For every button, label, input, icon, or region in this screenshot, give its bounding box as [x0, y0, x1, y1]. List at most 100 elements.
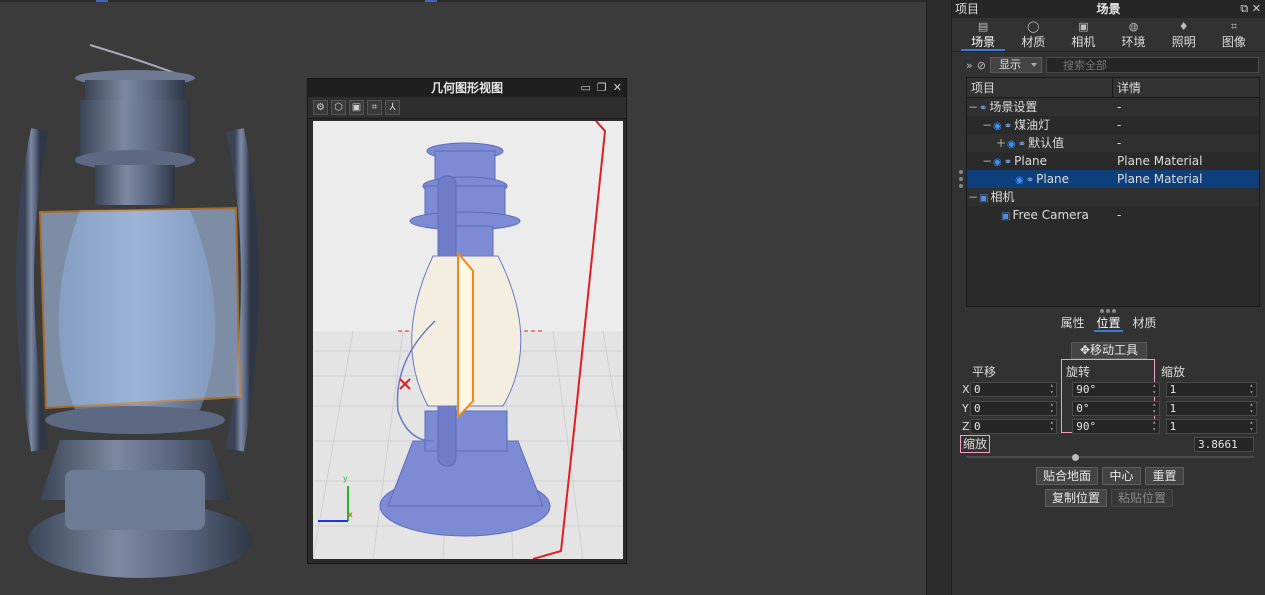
center-button[interactable]: 中心: [1102, 467, 1141, 485]
tab-label: 材质: [1021, 35, 1046, 49]
tree-row-label: Plane: [1036, 172, 1070, 186]
tree-row-detail: Plane Material: [1117, 172, 1203, 186]
move-tool-button[interactable]: ✥移动工具: [1071, 342, 1147, 359]
tree-row[interactable]: ▣ Free Camera -: [967, 206, 1259, 224]
expand-chevron-icon[interactable]: »: [966, 59, 973, 72]
move-tool-icon: ✥: [1079, 343, 1091, 357]
subtab-properties[interactable]: 属性: [1059, 316, 1087, 330]
axes-icon[interactable]: ⅄: [385, 100, 400, 115]
tree-row-label: 场景设置: [989, 100, 1038, 114]
tab-materials[interactable]: ◯ 材质: [1011, 18, 1055, 51]
translate-x-field[interactable]: 0: [969, 381, 1058, 397]
camera-icon: ▣: [1001, 211, 1011, 222]
svg-text:x: x: [348, 510, 353, 519]
search-input[interactable]: [1045, 57, 1259, 73]
bulb-icon: ♦: [1178, 20, 1189, 33]
show-dropdown[interactable]: 显示: [989, 57, 1042, 73]
axis-label-x: X: [962, 382, 970, 396]
tab-label: 照明: [1171, 35, 1196, 49]
tree-row-detail: -: [1117, 100, 1122, 114]
uniform-scale-field[interactable]: 3.8661: [1194, 437, 1254, 452]
collapse-toggle[interactable]: −: [967, 188, 979, 206]
tree-row-label: 煤油灯: [1014, 118, 1051, 132]
material-icon: ◯: [1027, 20, 1040, 33]
tab-label: 环境: [1121, 35, 1146, 49]
z-axis-row: Z 0 90° 1: [962, 418, 1257, 434]
slider-handle[interactable]: [1071, 453, 1079, 461]
project-panel: 项目 场景 ⧉ ✕ ▤ 场景 ◯ 材质 ▣ 相机 ◍ 环境 ♦ 照明 ⌗ 图像 …: [952, 0, 1265, 595]
scene-filter-row: » ⊘ 显示 ⌕: [966, 56, 1259, 74]
geometry-window-title: 几何图形视图: [430, 81, 503, 95]
gear-icon[interactable]: ⚙: [313, 100, 328, 115]
collapse-toggle[interactable]: −: [981, 152, 993, 170]
tree-resize-grip[interactable]: [959, 170, 963, 188]
tree-row-detail: [1113, 188, 1259, 206]
col-item[interactable]: 项目: [967, 78, 1113, 97]
copy-position-button[interactable]: 复制位置: [1045, 489, 1107, 507]
camera-icon: ▣: [1078, 20, 1089, 33]
scale-y-field[interactable]: 1: [1165, 400, 1257, 416]
translate-z-field[interactable]: 0: [969, 418, 1058, 434]
tab-lighting[interactable]: ♦ 照明: [1162, 18, 1206, 51]
collapse-toggle[interactable]: −: [967, 98, 979, 116]
geometry-window-titlebar[interactable]: 几何图形视图 ▭ ❐ ✕: [308, 79, 626, 97]
tab-label: 相机: [1071, 35, 1096, 49]
main-viewport[interactable]: 几何图形视图 ▭ ❐ ✕ ⚙ ⬡ ▣ ⌗ ⅄ y x: [0, 0, 926, 595]
translate-y-field[interactable]: 0: [969, 400, 1058, 416]
rotate-y-field[interactable]: 0°: [1072, 400, 1160, 416]
tree-row-detail: -: [1117, 118, 1122, 132]
scene-tree: 项目 详情 −⚭ 场景设置 - −◉ ⚭ 煤油灯 - +◉ ⚭ 默认值 - −◉ ⚭ Plan…: [966, 77, 1260, 307]
camera-icon[interactable]: ▣: [349, 100, 364, 115]
tree-row[interactable]: −◉ ⚭ 煤油灯 -: [967, 116, 1259, 134]
link-icon[interactable]: ⊘: [977, 59, 986, 72]
uniform-scale-slider[interactable]: [966, 453, 1254, 461]
grid-icon[interactable]: ⌗: [367, 100, 382, 115]
panel-splitter[interactable]: [926, 0, 952, 595]
col-detail[interactable]: 详情: [1113, 78, 1141, 97]
project-tabs: ▤ 场景 ◯ 材质 ▣ 相机 ◍ 环境 ♦ 照明 ⌗ 图像: [952, 18, 1265, 52]
uniform-scale-label: 缩放: [960, 435, 990, 453]
scale-z-field[interactable]: 1: [1165, 418, 1257, 434]
tree-row-selected[interactable]: ◉ ⚭ Plane Plane Material: [967, 170, 1259, 188]
close-icon[interactable]: ✕: [613, 79, 622, 97]
panel-window-controls[interactable]: ⧉ ✕: [1240, 0, 1261, 18]
snap-to-ground-button[interactable]: 贴合地面: [1036, 467, 1098, 485]
tree-row-detail: -: [1117, 136, 1122, 150]
tree-row[interactable]: +◉ ⚭ 默认值 -: [967, 134, 1259, 152]
cube-icon[interactable]: ⬡: [331, 100, 346, 115]
split-grip[interactable]: [1100, 309, 1116, 313]
subtab-material[interactable]: 材质: [1130, 316, 1158, 330]
expand-toggle[interactable]: +: [995, 134, 1007, 152]
tab-environment[interactable]: ◍ 环境: [1112, 18, 1156, 51]
minimize-icon[interactable]: ▭: [581, 79, 591, 97]
scale-x-field[interactable]: 1: [1165, 381, 1257, 397]
axis-label-z: Z: [962, 419, 970, 433]
tab-scene[interactable]: ▤ 场景: [961, 18, 1006, 51]
tab-image[interactable]: ⌗ 图像: [1212, 18, 1256, 51]
tree-row-label: 默认值: [1028, 136, 1065, 150]
tree-row-label: Free Camera: [1012, 208, 1089, 222]
subtab-position[interactable]: 位置: [1094, 316, 1123, 332]
tree-row[interactable]: −⚭ 场景设置 -: [967, 98, 1259, 116]
collapse-toggle[interactable]: −: [981, 116, 993, 134]
rotate-z-field[interactable]: 90°: [1072, 418, 1160, 434]
scene-tree-header: 项目 详情: [967, 78, 1259, 98]
rotate-x-field[interactable]: 90°: [1072, 381, 1160, 397]
geometry-canvas[interactable]: y x: [313, 121, 623, 559]
tab-label: 图像: [1221, 35, 1246, 49]
tree-row[interactable]: −▣ 相机: [967, 188, 1259, 206]
panel-title: 场景: [1096, 2, 1121, 16]
scene-icon: ▤: [977, 20, 989, 33]
tab-camera[interactable]: ▣ 相机: [1061, 18, 1105, 51]
geometry-wireframe: y x: [313, 121, 623, 559]
tree-row[interactable]: −◉ ⚭ Plane Plane Material: [967, 152, 1259, 170]
reset-button[interactable]: 重置: [1145, 467, 1184, 485]
geometry-view-window[interactable]: 几何图形视图 ▭ ❐ ✕ ⚙ ⬡ ▣ ⌗ ⅄ y x: [307, 78, 627, 564]
viewport-marker: [425, 0, 437, 2]
restore-icon[interactable]: ❐: [597, 79, 607, 97]
paste-position-button[interactable]: 粘贴位置: [1111, 489, 1173, 507]
tree-row-detail: -: [1117, 208, 1122, 222]
property-subtabs: 属性 位置 材质: [952, 314, 1265, 332]
y-axis-row: Y 0 0° 1: [962, 400, 1257, 416]
lantern-render[interactable]: [0, 0, 300, 595]
